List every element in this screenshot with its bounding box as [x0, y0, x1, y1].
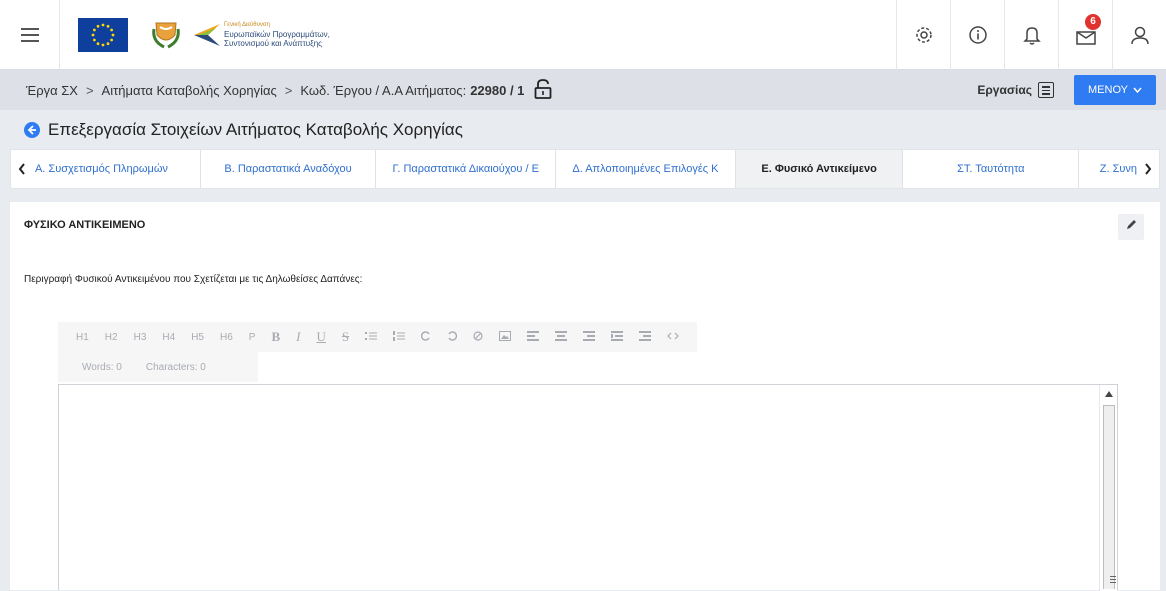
tab-contractor-docs[interactable]: Β. Παραστατικά Αναδόχου: [201, 150, 377, 188]
resize-grip-icon: [1110, 574, 1116, 585]
underline-button[interactable]: U: [308, 329, 333, 345]
italic-button[interactable]: I: [288, 329, 308, 345]
clear-format-icon[interactable]: [465, 330, 491, 344]
chevron-right-icon[interactable]: [1137, 150, 1159, 188]
breadcrumb-item-requests[interactable]: Αιτήματα Καταβολής Χορηγίας: [102, 83, 277, 98]
heading5-button[interactable]: H5: [183, 332, 212, 343]
top-bar: Γενική Διεύθυνση Ευρωπαϊκών Προγραμμάτων…: [0, 0, 1166, 70]
user-icon[interactable]: [1112, 0, 1166, 70]
word-count: Words: 0: [82, 361, 122, 373]
section-title: ΦΥΣΙΚΟ ΑΝΤΙΚΕΙΜΕΝΟ: [24, 219, 146, 231]
editor-content[interactable]: [59, 385, 1117, 590]
mail-icon[interactable]: 6: [1058, 0, 1112, 70]
bullet-list-icon[interactable]: [357, 331, 385, 344]
breadcrumb-separator: >: [284, 82, 293, 98]
notification-badge: 6: [1085, 13, 1101, 30]
align-right-icon[interactable]: [575, 330, 603, 344]
settings-icon[interactable]: [896, 0, 950, 70]
breadcrumb: Έργα ΣΧ > Αιτήματα Καταβολής Χορηγίας > …: [26, 78, 552, 102]
redo-icon[interactable]: [413, 330, 439, 344]
work-label: Εργασίας: [977, 83, 1032, 97]
eu-flag-logo: [78, 17, 128, 52]
align-left-icon[interactable]: [519, 330, 547, 344]
numbered-list-icon[interactable]: [385, 330, 413, 344]
lock-icon: [534, 78, 552, 102]
page-title: Επεξεργασία Στοιχείων Αιτήματος Καταβολή…: [48, 120, 463, 139]
editor-scrollbar[interactable]: [1099, 385, 1117, 591]
pencil-icon: [1125, 218, 1137, 236]
content-card: ΦΥΣΙΚΟ ΑΝΤΙΚΕΙΜΕΝΟ Περιγραφή Φυσικού Αντ…: [10, 202, 1160, 591]
tab-bar: Α. Συσχετισμός Πληρωμών Β. Παραστατικά Α…: [10, 149, 1160, 189]
work-button[interactable]: Εργασίας: [977, 82, 1054, 98]
description-field-label: Περιγραφή Φυσικού Αντικειμένου που Σχετί…: [24, 274, 363, 285]
scroll-thumb[interactable]: [1103, 405, 1116, 589]
code-icon[interactable]: [659, 331, 687, 344]
breadcrumb-item-code-label: Κωδ. Έργου / Α.Α Αιτήματος:: [300, 82, 467, 98]
heading4-button[interactable]: H4: [154, 332, 183, 343]
scroll-up-icon[interactable]: [1105, 391, 1113, 397]
editor-counter: Words: 0 Characters: 0: [58, 352, 258, 382]
heading2-button[interactable]: H2: [97, 332, 126, 343]
tab-identity[interactable]: ΣΤ. Ταυτότητα: [903, 150, 1080, 188]
cyprus-emblem-logo: [146, 15, 186, 55]
bold-button[interactable]: B: [263, 329, 288, 345]
heading3-button[interactable]: H3: [126, 332, 155, 343]
breadcrumb-item-projects[interactable]: Έργα ΣΧ: [26, 83, 78, 98]
align-center-icon[interactable]: [547, 330, 575, 344]
heading1-button[interactable]: H1: [68, 332, 97, 343]
document-icon: [1038, 82, 1054, 98]
tab-beneficiary-docs[interactable]: Γ. Παραστατικά Δικαιούχου / Ε: [376, 150, 557, 188]
edit-button[interactable]: [1118, 214, 1144, 240]
tab-payments[interactable]: Α. Συσχετισμός Πληρωμών: [33, 150, 201, 188]
bell-icon[interactable]: [1004, 0, 1058, 70]
breadcrumb-item-code: 22980 / 1: [470, 82, 525, 98]
menu-icon[interactable]: [0, 0, 60, 70]
info-icon[interactable]: [950, 0, 1004, 70]
breadcrumb-separator: >: [85, 82, 94, 98]
indent-icon[interactable]: [603, 330, 631, 344]
chevron-left-icon[interactable]: [11, 150, 33, 188]
breadcrumb-bar: Έργα ΣΧ > Αιτήματα Καταβολής Χορηγίας > …: [0, 70, 1166, 110]
menu-button[interactable]: ΜΕΝΟΥ: [1074, 75, 1156, 105]
outdent-icon[interactable]: [631, 330, 659, 344]
back-arrow-icon[interactable]: [24, 122, 40, 138]
character-count: Characters: 0: [145, 361, 206, 373]
tab-z[interactable]: Ζ. Συνη: [1079, 150, 1137, 188]
tab-physical-object[interactable]: Ε. Φυσικό Αντικείμενο: [735, 150, 904, 188]
page-title-row: Επεξεργασία Στοιχείων Αιτήματος Καταβολή…: [24, 118, 463, 142]
editor-toolbar: H1 H2 H3 H4 H5 H6 P B I U S: [58, 322, 698, 352]
description-editor[interactable]: [58, 384, 1118, 591]
menu-label: ΜΕΝΟΥ: [1088, 84, 1128, 96]
directorate-logo: Γενική Διεύθυνση Ευρωπαϊκών Προγραμμάτων…: [194, 21, 330, 48]
image-icon[interactable]: [491, 330, 519, 344]
logo-line-2: Ευρωπαϊκών Προγραμμάτων,: [224, 30, 330, 39]
logo-line-1: Γενική Διεύθυνση: [224, 22, 270, 28]
strikethrough-button[interactable]: S: [334, 329, 357, 345]
chevron-down-icon: [1133, 84, 1142, 96]
paragraph-button[interactable]: P: [241, 332, 264, 343]
tab-simplified-options[interactable]: Δ. Απλοποιημένες Επιλογές Κ: [556, 150, 736, 188]
logo-line-3: Συντονισμού και Ανάπτυξης: [224, 39, 323, 48]
heading6-button[interactable]: H6: [212, 332, 241, 343]
undo-icon[interactable]: [439, 330, 465, 344]
